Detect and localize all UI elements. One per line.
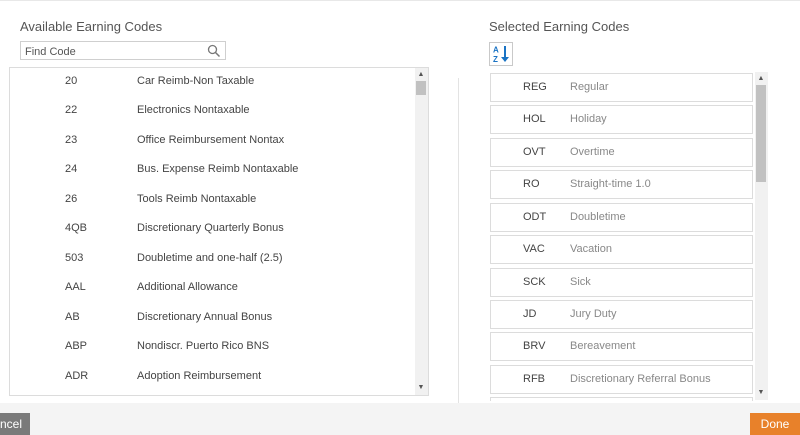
scroll-up-arrow-icon[interactable]: ▲ bbox=[415, 69, 427, 81]
right-scrollbar[interactable]: ▲ ▼ bbox=[755, 72, 768, 400]
item-code: HOL bbox=[523, 113, 546, 125]
item-code: 20 bbox=[65, 75, 78, 87]
item-code: AAL bbox=[65, 281, 86, 293]
list-item[interactable]: RO Straight-time 1.0 bbox=[490, 170, 753, 199]
cancel-button[interactable]: ncel bbox=[0, 413, 30, 435]
item-description: Adoption Reimbursement bbox=[137, 370, 262, 382]
svg-text:Z: Z bbox=[493, 55, 498, 64]
item-description: Regular bbox=[570, 81, 609, 93]
item-code: 24 bbox=[65, 163, 78, 175]
scroll-up-arrow-icon[interactable]: ▲ bbox=[755, 73, 767, 85]
selected-codes-title: Selected Earning Codes bbox=[489, 19, 630, 34]
list-item[interactable]: VAC Vacation bbox=[490, 235, 753, 264]
list-item[interactable]: SCK Sick bbox=[490, 268, 753, 297]
item-description: Additional Allowance bbox=[137, 281, 238, 293]
search-icon[interactable] bbox=[207, 44, 221, 58]
item-code: SCK bbox=[523, 276, 546, 288]
list-item[interactable]: 26 Tools Reimb Nontaxable bbox=[10, 186, 414, 215]
item-code: 503 bbox=[65, 252, 84, 264]
item-code: BRV bbox=[523, 340, 546, 352]
sort-button[interactable]: A Z bbox=[489, 42, 513, 66]
left-scrollbar[interactable]: ▲ ▼ bbox=[415, 68, 428, 395]
list-item[interactable]: HOL Holiday bbox=[490, 105, 753, 134]
item-code: ABP bbox=[65, 340, 88, 352]
panel-divider bbox=[458, 78, 459, 403]
list-item[interactable]: JD Jury Duty bbox=[490, 300, 753, 329]
available-codes-title: Available Earning Codes bbox=[20, 19, 163, 34]
list-item-partial[interactable] bbox=[490, 397, 753, 401]
item-description: Straight-time 1.0 bbox=[570, 178, 651, 190]
svg-text:A: A bbox=[493, 46, 499, 55]
list-item[interactable]: BRV Bereavement bbox=[490, 332, 753, 361]
item-description: Bus. Expense Reimb Nontaxable bbox=[137, 163, 299, 175]
list-item[interactable]: ADR Adoption Reimbursement bbox=[10, 363, 414, 392]
item-code: 26 bbox=[65, 193, 78, 205]
list-item[interactable]: OVT Overtime bbox=[490, 138, 753, 167]
list-item[interactable]: 23 Office Reimbursement Nontax bbox=[10, 127, 414, 156]
item-code: 23 bbox=[65, 134, 78, 146]
list-item[interactable]: RFB Discretionary Referral Bonus bbox=[490, 365, 753, 394]
list-item[interactable]: 22 Electronics Nontaxable bbox=[10, 97, 414, 126]
item-description: Car Reimb-Non Taxable bbox=[137, 75, 255, 87]
list-item[interactable]: AAL Additional Allowance bbox=[10, 274, 414, 303]
item-description: Discretionary Referral Bonus bbox=[570, 373, 711, 385]
item-code: 4QB bbox=[65, 222, 88, 234]
item-description: Overtime bbox=[570, 146, 615, 158]
item-code: ODT bbox=[523, 211, 547, 223]
item-description: Doubletime and one-half (2.5) bbox=[137, 252, 283, 264]
item-description: Holiday bbox=[570, 113, 607, 125]
item-description: Office Reimbursement Nontax bbox=[137, 134, 285, 146]
item-description: Sick bbox=[570, 276, 591, 288]
list-item[interactable]: ODT Doubletime bbox=[490, 203, 753, 232]
item-description: Discretionary Quarterly Bonus bbox=[137, 222, 284, 234]
item-description: Tools Reimb Nontaxable bbox=[137, 193, 257, 205]
item-description: Jury Duty bbox=[570, 308, 617, 320]
find-code-input[interactable] bbox=[21, 43, 205, 61]
item-code: RO bbox=[523, 178, 540, 190]
item-code: RFB bbox=[523, 373, 545, 385]
scroll-thumb[interactable] bbox=[416, 81, 426, 95]
list-item[interactable]: 24 Bus. Expense Reimb Nontaxable bbox=[10, 156, 414, 185]
selected-codes-list[interactable]: REG Regular HOL Holiday OVT Overtime RO … bbox=[489, 72, 768, 401]
item-description: Discretionary Annual Bonus bbox=[137, 311, 273, 323]
item-code: AB bbox=[65, 311, 80, 323]
list-item[interactable]: REG Regular bbox=[490, 73, 753, 102]
item-description: Nondiscr. Puerto Rico BNS bbox=[137, 340, 270, 352]
list-item[interactable]: ABP Nondiscr. Puerto Rico BNS bbox=[10, 333, 414, 362]
scroll-thumb[interactable] bbox=[756, 85, 766, 182]
item-description: Doubletime bbox=[570, 211, 626, 223]
item-code: 22 bbox=[65, 104, 78, 116]
item-code: VAC bbox=[523, 243, 545, 255]
list-item[interactable]: 503 Doubletime and one-half (2.5) bbox=[10, 245, 414, 274]
sort-alpha-icon: A Z bbox=[493, 46, 509, 64]
item-description: Vacation bbox=[570, 243, 612, 255]
available-codes-list[interactable]: 20 Car Reimb-Non Taxable 22 Electronics … bbox=[9, 67, 429, 396]
find-code-search[interactable] bbox=[20, 41, 226, 61]
done-button[interactable]: Done bbox=[750, 413, 800, 435]
item-code: ADR bbox=[65, 370, 89, 382]
scroll-down-arrow-icon[interactable]: ▼ bbox=[755, 387, 767, 399]
list-item[interactable]: 4QB Discretionary Quarterly Bonus bbox=[10, 215, 414, 244]
item-code: REG bbox=[523, 81, 547, 93]
item-code: OVT bbox=[523, 146, 546, 158]
top-divider bbox=[0, 0, 800, 1]
item-description: Bereavement bbox=[570, 340, 636, 352]
footer-bar bbox=[0, 403, 800, 435]
list-item[interactable]: AB Discretionary Annual Bonus bbox=[10, 304, 414, 333]
item-description: Electronics Nontaxable bbox=[137, 104, 250, 116]
scroll-down-arrow-icon[interactable]: ▼ bbox=[415, 382, 427, 394]
item-code: JD bbox=[523, 308, 537, 320]
list-item[interactable]: 20 Car Reimb-Non Taxable bbox=[10, 68, 414, 97]
